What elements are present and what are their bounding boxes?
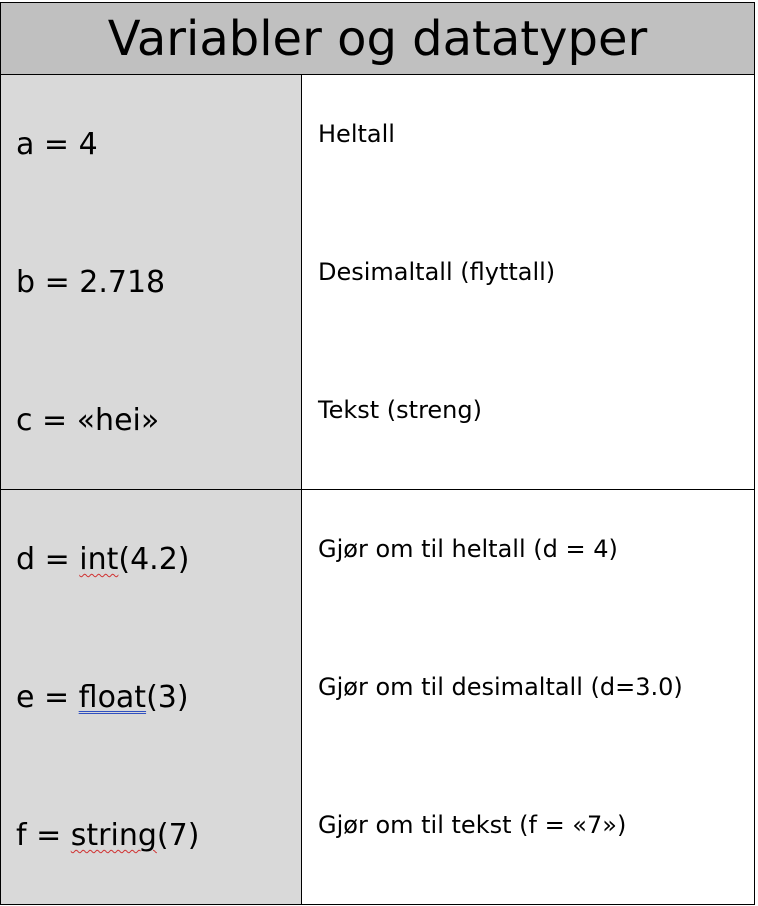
table-row: d = int(4.2) Gjør om til heltall (d = 4) [0,490,755,629]
table-row: a = 4 Heltall [0,75,755,214]
code-cell: b = 2.718 [0,213,302,352]
table-row: c = «hei» Tekst (streng) [0,351,755,490]
code-cell: c = «hei» [0,351,302,490]
code-text: e = float(3) [16,680,189,715]
table-row: f = string(7) Gjør om til tekst (f = «7»… [0,766,755,905]
description-text: Heltall [318,120,395,148]
description-cell: Gjør om til desimaltall (d=3.0) [302,628,755,767]
code-text: b = 2.718 [16,265,166,300]
description-text: Tekst (streng) [318,396,482,424]
code-text: f = string(7) [16,818,200,853]
description-text: Gjør om til heltall (d = 4) [318,535,618,563]
code-cell: f = string(7) [0,766,302,905]
description-text: Gjør om til desimaltall (d=3.0) [318,673,683,701]
table-row: e = float(3) Gjør om til desimaltall (d=… [0,628,755,767]
table-row: b = 2.718 Desimaltall (flyttall) [0,213,755,352]
spellcheck-underlined-word: string [70,818,157,853]
description-cell: Heltall [302,75,755,214]
code-cell: e = float(3) [0,628,302,767]
description-cell: Tekst (streng) [302,351,755,490]
description-cell: Desimaltall (flyttall) [302,213,755,352]
spellcheck-underlined-word: int [79,542,119,577]
code-text: c = «hei» [16,403,160,438]
description-text: Gjør om til tekst (f = «7») [318,811,627,839]
description-cell: Gjør om til tekst (f = «7») [302,766,755,905]
code-cell: a = 4 [0,75,302,214]
variables-table: Variabler og datatyper a = 4 Heltall b =… [0,0,758,906]
description-cell: Gjør om til heltall (d = 4) [302,490,755,629]
description-text: Desimaltall (flyttall) [318,258,556,286]
table-title: Variabler og datatyper [107,10,648,67]
title-row: Variabler og datatyper [0,2,755,75]
code-cell: d = int(4.2) [0,490,302,629]
grammar-underlined-word: float [78,680,147,715]
code-text: a = 4 [16,127,98,162]
code-text: d = int(4.2) [16,542,190,577]
